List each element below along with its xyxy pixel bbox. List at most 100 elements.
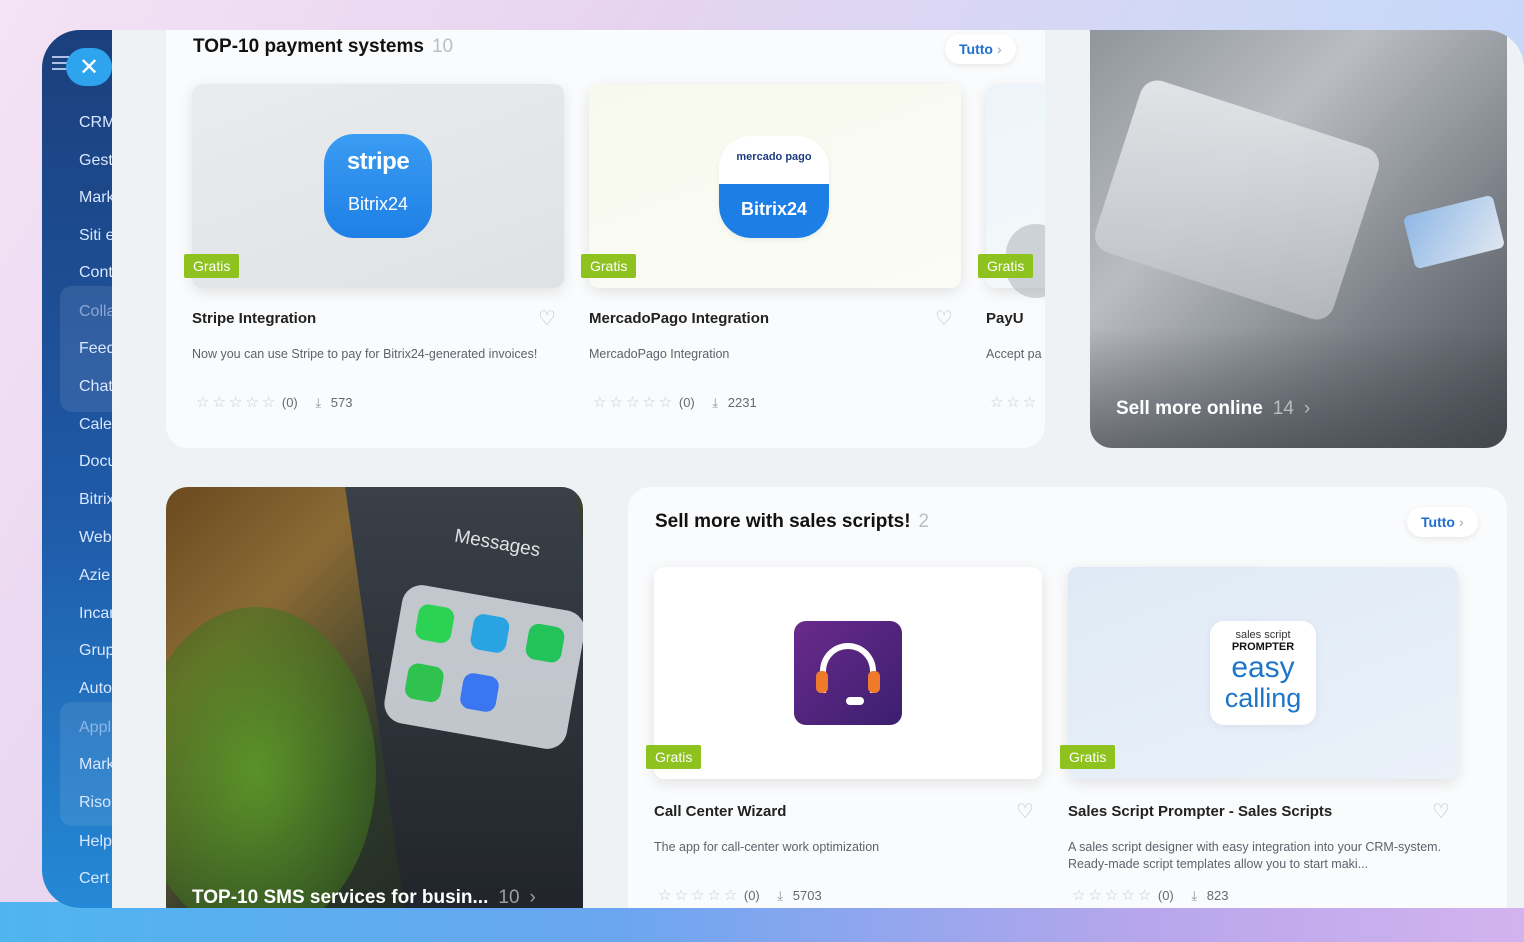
promo-shade [1090, 328, 1507, 448]
sidebar-item[interactable]: Cert [79, 870, 112, 888]
app-meta: ☆☆☆☆☆ (0) ⤓ 823 [1072, 886, 1228, 904]
app-description: The app for call-center work optimizatio… [654, 840, 880, 854]
sidebar-item[interactable]: Mark [79, 756, 112, 774]
app-window: CRM Gest Mark Siti e Cont Colla Feed Chat Cale Do… [42, 30, 1524, 908]
sidebar-item[interactable]: Cont [79, 907, 112, 908]
app-description: Accept pa [986, 347, 1042, 361]
sidebar-item[interactable]: Docu [79, 453, 112, 471]
credit-card-image [1402, 194, 1506, 270]
app-meta: ☆☆☆☆☆ (0) ⤓ 5703 [658, 886, 822, 904]
app-name[interactable]: PayU [986, 310, 1024, 327]
download-icon: ⤓ [712, 396, 719, 411]
headset-icon [794, 621, 902, 725]
app-meta: ☆☆☆☆☆ (0) ⤓ 2231 [593, 393, 757, 411]
free-badge: Gratis [646, 745, 702, 769]
install-count: 573 [330, 395, 353, 410]
app-card-call-center[interactable]: Gratis Call Center Wizard ♡ The app for … [646, 567, 1042, 907]
frame-gradient [0, 902, 1524, 942]
see-all-button[interactable]: Tutto › [1407, 507, 1478, 537]
whatsapp-icon [413, 602, 456, 645]
heart-icon[interactable]: ♡ [1432, 799, 1450, 823]
app-card-script-prompter[interactable]: sales script PROMPTER easy calling Grati… [1060, 567, 1458, 907]
sidebar-item[interactable]: Colla [79, 303, 112, 321]
telegram-icon [469, 612, 511, 655]
star-icon: ☆☆☆☆☆ [1072, 886, 1155, 904]
sidebar-item[interactable]: CRM [79, 114, 112, 132]
app-card-mercadopago[interactable]: mercado pago Bitrix24 Gratis MercadoPago… [581, 84, 961, 424]
rating-count: (0) [1157, 888, 1174, 903]
sidebar-item[interactable]: Siti e [79, 227, 112, 245]
close-button[interactable]: ✕ [66, 48, 112, 86]
easy-calling-logo: sales script PROMPTER easy calling [1210, 621, 1316, 725]
app-name[interactable]: Stripe Integration [192, 310, 316, 327]
app-name[interactable]: Sales Script Prompter - Sales Scripts [1068, 803, 1332, 820]
star-icon: ☆☆☆☆☆ [593, 393, 676, 411]
section-title: Sell more with sales scripts! 2 [655, 511, 930, 532]
rating-count: (0) [678, 395, 695, 410]
app-card-payu[interactable]: › Gratis PayU Accept pa ☆☆☆ [978, 84, 1045, 424]
sidebar-item[interactable]: Grup [79, 642, 112, 660]
star-icon: ☆☆☆ [990, 393, 1040, 411]
app-meta: ☆☆☆☆☆ (0) ⤓ 573 [196, 393, 352, 411]
sidebar-item[interactable]: Feed [79, 340, 112, 358]
close-icon: ✕ [78, 53, 100, 81]
free-badge: Gratis [184, 254, 240, 278]
download-icon: ⤓ [315, 396, 322, 411]
sidebar-item[interactable]: Bitrix [79, 491, 112, 509]
see-all-button[interactable]: Tutto › [945, 34, 1016, 64]
laptop-image [1090, 75, 1384, 325]
sidebar-item[interactable]: Cont [79, 264, 112, 282]
free-badge: Gratis [978, 254, 1034, 278]
heart-icon[interactable]: ♡ [538, 306, 556, 330]
sidebar-item[interactable]: Help [79, 833, 112, 851]
sales-scripts-section: Sell more with sales scripts! 2 Tutto › Gr… [628, 487, 1507, 908]
main-content: TOP-10 payment systems 10 Tutto › stripe B… [112, 30, 1524, 908]
app-cover: sales script PROMPTER easy calling [1068, 567, 1458, 779]
sidebar: CRM Gest Mark Siti e Cont Colla Feed Chat Cale Do… [42, 30, 120, 908]
plant-image [166, 607, 376, 908]
heart-icon[interactable]: ♡ [1016, 799, 1034, 823]
sidebar-item[interactable]: Auto [79, 680, 112, 698]
section-title: TOP-10 payment systems 10 [193, 36, 454, 57]
install-count: 5703 [792, 888, 822, 903]
sidebar-item[interactable]: Chat [79, 378, 112, 396]
app-card-stripe[interactable]: stripe Bitrix24 Gratis Stripe Integratio… [184, 84, 564, 424]
sidebar-item[interactable]: Appl [79, 719, 112, 737]
payment-systems-section: TOP-10 payment systems 10 Tutto › stripe B… [166, 30, 1045, 448]
app-cover [654, 567, 1042, 779]
rating-count: (0) [281, 395, 298, 410]
app-name[interactable]: Call Center Wizard [654, 803, 786, 820]
star-icon: ☆☆☆☆☆ [658, 886, 741, 904]
line-icon [524, 622, 566, 665]
app-name[interactable]: MercadoPago Integration [589, 310, 769, 327]
promo-sms-services[interactable]: Messages TOP-10 SMS services for busin..… [166, 487, 583, 908]
app-meta: ☆☆☆ [990, 393, 1039, 411]
sidebar-item[interactable]: Riso [79, 794, 112, 812]
app-cover: stripe Bitrix24 [192, 84, 564, 288]
star-icon: ☆☆☆☆☆ [196, 393, 279, 411]
promo-sell-online[interactable]: Sell more online 14 › [1090, 30, 1507, 448]
app-description: MercadoPago Integration [589, 347, 730, 361]
download-icon: ⤓ [1191, 889, 1198, 904]
sidebar-item[interactable]: Web [79, 529, 112, 547]
install-count: 2231 [727, 395, 757, 410]
promo-title: TOP-10 SMS services for busin... 10 › [192, 887, 536, 908]
signal-icon [458, 671, 501, 714]
heart-icon[interactable]: ♡ [935, 306, 953, 330]
install-count: 823 [1206, 888, 1229, 903]
sidebar-item[interactable]: Cale [79, 416, 112, 434]
rating-count: (0) [743, 888, 760, 903]
sidebar-item[interactable]: Mark [79, 189, 112, 207]
promo-title: Sell more online 14 › [1116, 398, 1311, 419]
download-icon: ⤓ [777, 889, 784, 904]
sidebar-item[interactable]: Azie [79, 567, 112, 585]
app-description: A sales script designer with easy integr… [1068, 840, 1442, 871]
free-badge: Gratis [581, 254, 637, 278]
sidebar-item[interactable]: Incar [79, 605, 112, 623]
sidebar-item[interactable]: Gest [79, 152, 112, 170]
app-cover: mercado pago Bitrix24 [589, 84, 961, 288]
free-badge: Gratis [1060, 745, 1116, 769]
stripe-logo: stripe Bitrix24 [324, 134, 432, 238]
mercadopago-logo: mercado pago Bitrix24 [719, 136, 829, 238]
app-description: Now you can use Stripe to pay for Bitrix… [192, 347, 538, 361]
